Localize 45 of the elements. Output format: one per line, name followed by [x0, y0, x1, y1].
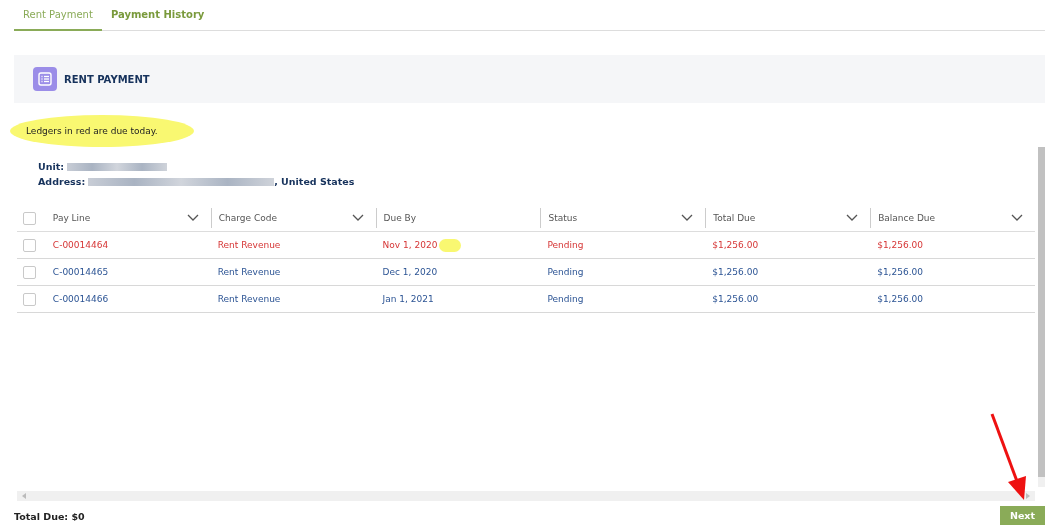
- table-cell: $1,256.00: [877, 294, 923, 304]
- highlight-mark: [439, 238, 462, 252]
- column-header[interactable]: Pay Line: [52, 213, 91, 223]
- address-label: Address:: [38, 175, 86, 189]
- table-cell: $1,256.00: [877, 267, 923, 277]
- table-cell: Rent Revenue: [217, 294, 281, 304]
- table-cell: $1,256.00: [712, 294, 759, 304]
- chevron-down-icon[interactable]: [1011, 214, 1023, 222]
- table-cell: Rent Revenue: [217, 240, 281, 250]
- chevron-down-icon[interactable]: [681, 214, 694, 222]
- chevron-down-icon[interactable]: [846, 214, 859, 222]
- table-cell: Nov 1, 2020: [382, 240, 438, 250]
- column-header[interactable]: Status: [548, 213, 578, 223]
- table-cell: C-00014464: [52, 240, 109, 250]
- note-text: Ledgers in red are due today.: [26, 126, 158, 136]
- scroll-left-icon[interactable]: [21, 493, 27, 499]
- chevron-down-icon[interactable]: [351, 214, 364, 222]
- table-cell: Jan 1, 2021: [382, 294, 434, 304]
- column-header[interactable]: Total Due: [713, 213, 756, 223]
- checkbox[interactable]: [23, 265, 36, 279]
- scrollbar[interactable]: [17, 491, 1035, 501]
- table-cell: C-00014466: [52, 294, 109, 304]
- panel-title: RENT PAYMENT: [64, 73, 150, 85]
- table-cell: Pending: [547, 294, 584, 304]
- table-cell: $1,256.00: [877, 240, 923, 250]
- list-icon: [33, 67, 57, 91]
- chevron-down-icon[interactable]: [186, 214, 199, 222]
- address-country: , United States: [274, 175, 355, 189]
- table-cell: $1,256.00: [712, 240, 759, 250]
- table-cell: Pending: [547, 240, 584, 250]
- table-cell: Dec 1, 2020: [382, 267, 438, 277]
- column-header[interactable]: Due By: [383, 213, 417, 223]
- column-header[interactable]: Balance Due: [878, 213, 936, 223]
- table-cell: Rent Revenue: [217, 267, 281, 277]
- unit-label: Unit:: [38, 160, 65, 174]
- scroll-right-icon[interactable]: [1025, 493, 1031, 499]
- table-cell: $1,256.00: [712, 267, 759, 277]
- column-header[interactable]: Charge Code: [218, 213, 277, 223]
- checkbox[interactable]: [23, 238, 36, 252]
- scrollbar[interactable]: [1038, 147, 1045, 487]
- checkbox[interactable]: [23, 211, 36, 225]
- table-cell: Pending: [547, 267, 584, 277]
- total-due: Total Due: $0: [14, 511, 85, 524]
- checkbox[interactable]: [23, 292, 36, 306]
- table-cell: C-00014465: [52, 267, 109, 277]
